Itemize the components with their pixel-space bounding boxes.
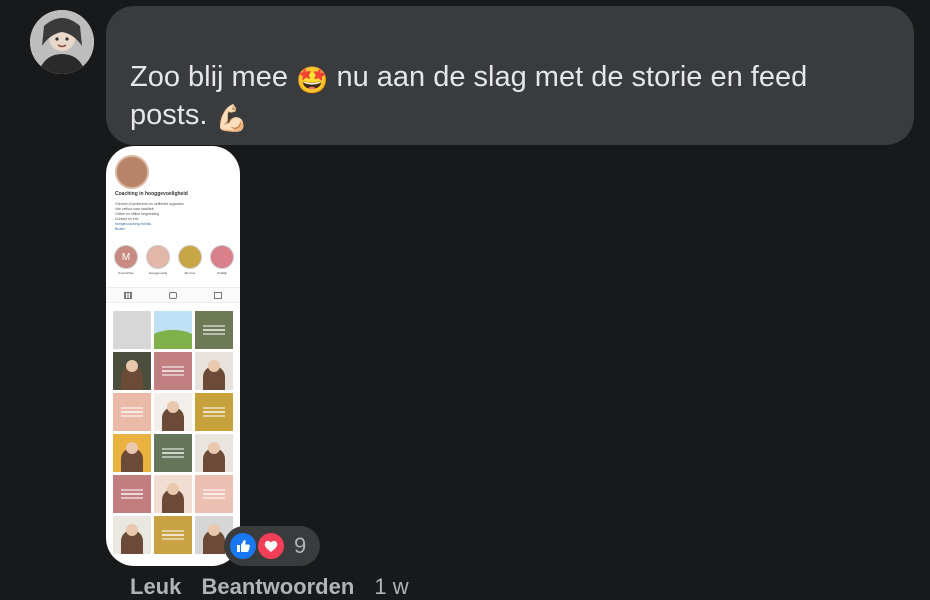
instagram-post-tile <box>154 352 192 390</box>
highlight-circle <box>178 245 202 269</box>
flexed-biceps-emoji: 💪🏻 <box>215 103 248 133</box>
heart-icon <box>256 531 286 561</box>
highlight-label: Me time <box>184 271 196 275</box>
instagram-post-tile <box>113 352 151 390</box>
grid-icon <box>124 291 133 299</box>
instagram-post-tile <box>113 311 151 349</box>
instagram-post-grid <box>113 311 233 554</box>
instagram-tabs <box>106 287 240 303</box>
instagram-post-tile <box>195 352 233 390</box>
highlight-label: Praktijk <box>217 271 227 275</box>
instagram-profile-avatar <box>115 155 149 189</box>
highlight-item: Me time <box>178 245 202 277</box>
comment-text-part-1: Zoo blij mee <box>130 61 288 93</box>
thumbs-up-icon <box>228 531 258 561</box>
bio-link: Bruten <box>115 227 126 231</box>
instagram-post-tile <box>195 475 233 513</box>
highlight-item: Hooggevoelig <box>146 245 170 277</box>
reaction-count: 9 <box>294 533 307 558</box>
instagram-post-tile <box>195 434 233 472</box>
reaction-summary[interactable]: 9 <box>224 526 320 566</box>
highlight-label: Overzichten <box>117 271 134 275</box>
instagram-post-tile <box>113 475 151 513</box>
instagram-post-tile <box>195 393 233 431</box>
attachment-image[interactable]: Coaching in hooggevoeligheid Grenzen (h)… <box>106 146 240 566</box>
instagram-post-tile <box>154 311 192 349</box>
star-struck-emoji: 🤩 <box>296 65 329 95</box>
instagram-post-tile <box>195 311 233 349</box>
highlight-circle <box>210 245 234 269</box>
instagram-post-tile <box>113 516 151 554</box>
comment-text: Zoo blij mee 🤩 nu aan de slag met de sto… <box>130 58 890 134</box>
like-link[interactable]: Leuk <box>130 574 181 599</box>
instagram-post-tile <box>154 393 192 431</box>
highlight-circle: M <box>114 245 138 269</box>
comment-actions: Leuk Beantwoorden 1 w <box>130 574 423 600</box>
reply-link[interactable]: Beantwoorden <box>201 574 354 599</box>
instagram-highlights: M Overzichten Hooggevoelig Me time Prakt… <box>114 245 234 277</box>
highlight-label: Hooggevoelig <box>148 271 168 275</box>
instagram-bio: Grenzen (h)erkennen en zelfbeeld opgrade… <box>115 202 225 232</box>
highlight-circle <box>146 245 170 269</box>
highlight-item: Praktijk <box>210 245 234 277</box>
instagram-post-tile <box>113 434 151 472</box>
instagram-post-tile <box>113 393 151 431</box>
commenter-avatar[interactable] <box>30 10 94 74</box>
tagged-icon <box>213 291 222 299</box>
instagram-post-tile <box>154 434 192 472</box>
reels-icon <box>168 291 177 299</box>
instagram-profile-name: Coaching in hooggevoeligheid <box>115 191 188 197</box>
comment-bubble: Zoo blij mee 🤩 nu aan de slag met de sto… <box>106 6 914 145</box>
instagram-post-tile <box>154 516 192 554</box>
instagram-post-tile <box>154 475 192 513</box>
highlight-item: M Overzichten <box>114 245 138 277</box>
comment-timestamp[interactable]: 1 w <box>374 574 408 599</box>
